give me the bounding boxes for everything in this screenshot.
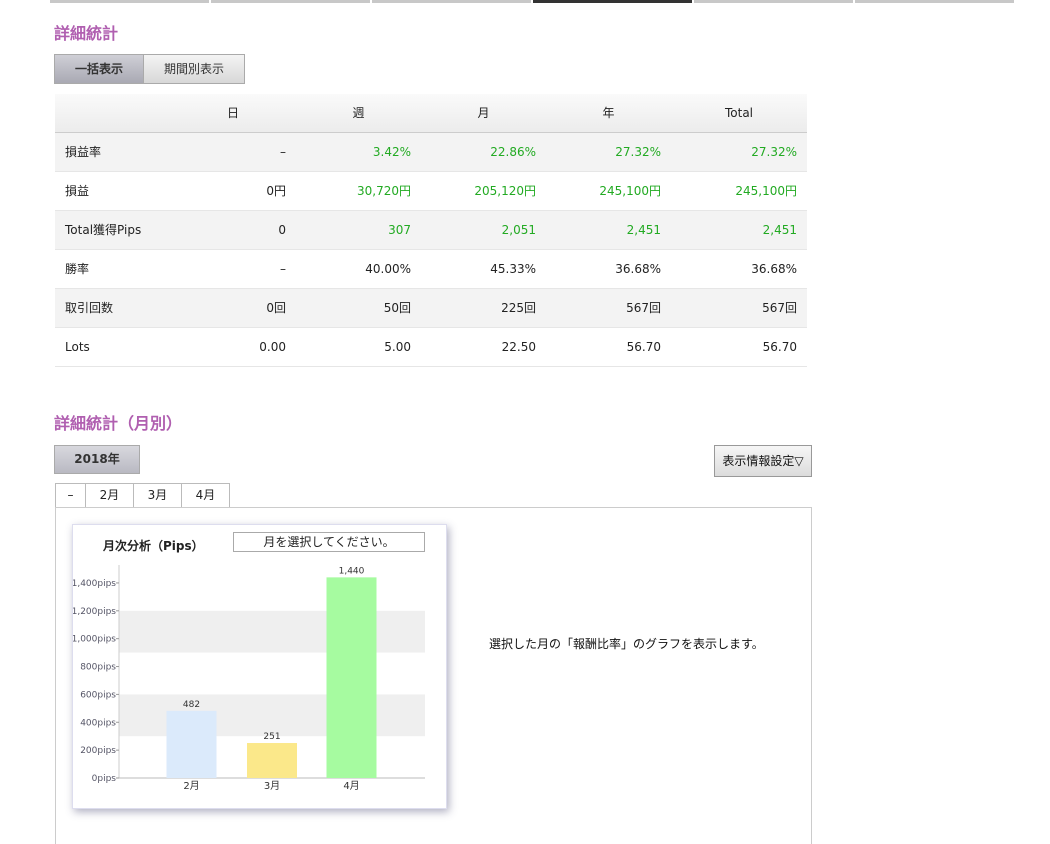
table-cell: – (170, 132, 296, 172)
table-cell: 56.70 (546, 327, 671, 367)
chart-bar (247, 743, 297, 778)
tab-feb[interactable]: 2月 (85, 483, 134, 508)
tab-all[interactable]: – (55, 483, 86, 508)
table-cell: 50回 (296, 288, 421, 328)
chart-info-text: 選択した月の「報酬比率」のグラフを表示します。 (489, 637, 764, 651)
tab-mar[interactable]: 3月 (133, 483, 182, 508)
monthly-chart-card: 月次分析（Pips） 月を選択してください。 0pips 200pips 400pi… (72, 524, 447, 809)
table-cell: 36.68% (671, 249, 807, 289)
chart-band (119, 694, 425, 737)
y-tick-label: 1,000pips (73, 635, 116, 645)
table-cell: 567回 (671, 288, 807, 328)
table-cell: 40.00% (296, 249, 421, 289)
table-cell: 36.68% (546, 249, 671, 289)
row-label: 損益率 (55, 132, 170, 172)
top-nav-segment[interactable] (372, 0, 531, 3)
year-button[interactable]: 2018年 (54, 445, 140, 474)
table-row: 損益率 –3.42% 22.86% 27.32% 27.32% (55, 132, 807, 172)
section-title-monthly: 詳細統計（月別） (54, 414, 183, 433)
table-cell: 225回 (421, 288, 546, 328)
table-cell: 27.32% (546, 132, 671, 172)
top-nav-segment[interactable] (855, 0, 1014, 3)
top-nav-segment[interactable] (694, 0, 853, 3)
table-row: Lots 0.00 5.00 22.50 56.70 56.70 (55, 327, 807, 367)
column-header: 年 (546, 94, 671, 133)
y-tick-label: 1,200pips (73, 607, 116, 617)
table-cell: 30,720円 (296, 171, 421, 211)
table-row: 取引回数 0回 50回 225回 567回 567回 (55, 288, 807, 328)
chart-band (119, 610, 425, 653)
table-cell: 307 (296, 210, 421, 250)
y-tick-label: 200pips (80, 746, 116, 756)
table-cell: 22.86% (421, 132, 546, 172)
table-cell: 0 (170, 210, 296, 250)
table-cell: 5.00 (296, 327, 421, 367)
table-cell: 27.32% (671, 132, 807, 172)
section-title-stats: 詳細統計 (54, 24, 119, 43)
table-cell: 205,120円 (421, 171, 546, 211)
top-nav-segment[interactable] (50, 0, 209, 3)
bar-chart: 0pips 200pips 400pips 600pips 800pips 1,000pi… (73, 565, 425, 792)
column-header: 日 (170, 94, 296, 133)
month-tabs: – 2月 3月 4月 (55, 483, 230, 508)
table-cell: 22.50 (421, 327, 546, 367)
y-tick-label: 400pips (80, 718, 116, 728)
table-cell: 245,100円 (546, 171, 671, 211)
table-cell: 0円 (170, 171, 296, 211)
table-cell: – (170, 249, 296, 289)
bar-value-label: 1,440 (339, 566, 365, 576)
table-cell: 2,051 (421, 210, 546, 250)
stats-table: 日 週 月 年 Total 損益率 –3.42% 22.86% 27.32% 27.32… (55, 94, 807, 367)
table-cell: 245,100円 (671, 171, 807, 211)
y-tick-label: 1,400pips (73, 579, 116, 589)
all-view-button[interactable]: 一括表示 (54, 54, 144, 84)
view-toggle: 一括表示 期間別表示 (54, 54, 245, 84)
table-cell: 56.70 (671, 327, 807, 367)
y-tick-label: 800pips (80, 663, 116, 673)
table-header-row: 日 週 月 年 Total (55, 94, 807, 133)
period-view-button[interactable]: 期間別表示 (144, 54, 245, 84)
column-header (55, 94, 170, 133)
column-header: 月 (421, 94, 546, 133)
table-cell: 45.33% (421, 249, 546, 289)
row-label: Total獲得Pips (55, 210, 170, 250)
bar-value-label: 251 (263, 732, 280, 742)
chart-bar (326, 577, 377, 778)
tab-apr[interactable]: 4月 (181, 483, 230, 508)
chart-bar (166, 710, 217, 778)
top-nav-segment-active[interactable] (533, 0, 692, 3)
top-nav-segment[interactable] (211, 0, 370, 3)
column-header: 週 (296, 94, 421, 133)
x-tick-label: 4月 (343, 780, 359, 792)
y-tick-label: 600pips (80, 690, 116, 700)
table-row: 勝率 –40.00% 45.33% 36.68% 36.68% (55, 249, 807, 289)
top-nav-bar (50, 0, 1016, 3)
row-label: Lots (55, 327, 170, 367)
x-tick-label: 2月 (183, 780, 199, 792)
table-cell: 2,451 (671, 210, 807, 250)
table-row: 損益 0円 30,720円 205,120円 245,100円 245,100円 (55, 171, 807, 211)
table-row: Total獲得Pips 0 307 2,051 2,451 2,451 (55, 210, 807, 250)
display-settings-button[interactable]: 表示情報設定▽ (714, 445, 812, 477)
x-tick-label: 3月 (264, 780, 280, 792)
row-label: 損益 (55, 171, 170, 211)
table-cell: 2,451 (546, 210, 671, 250)
table-cell: 0.00 (170, 327, 296, 367)
column-header: Total (671, 94, 807, 133)
row-label: 勝率 (55, 249, 170, 289)
table-cell: 567回 (546, 288, 671, 328)
y-tick-label: 0pips (92, 774, 117, 784)
table-cell: 0回 (170, 288, 296, 328)
bar-value-label: 482 (183, 700, 200, 710)
row-label: 取引回数 (55, 288, 170, 328)
table-cell: 3.42% (296, 132, 421, 172)
